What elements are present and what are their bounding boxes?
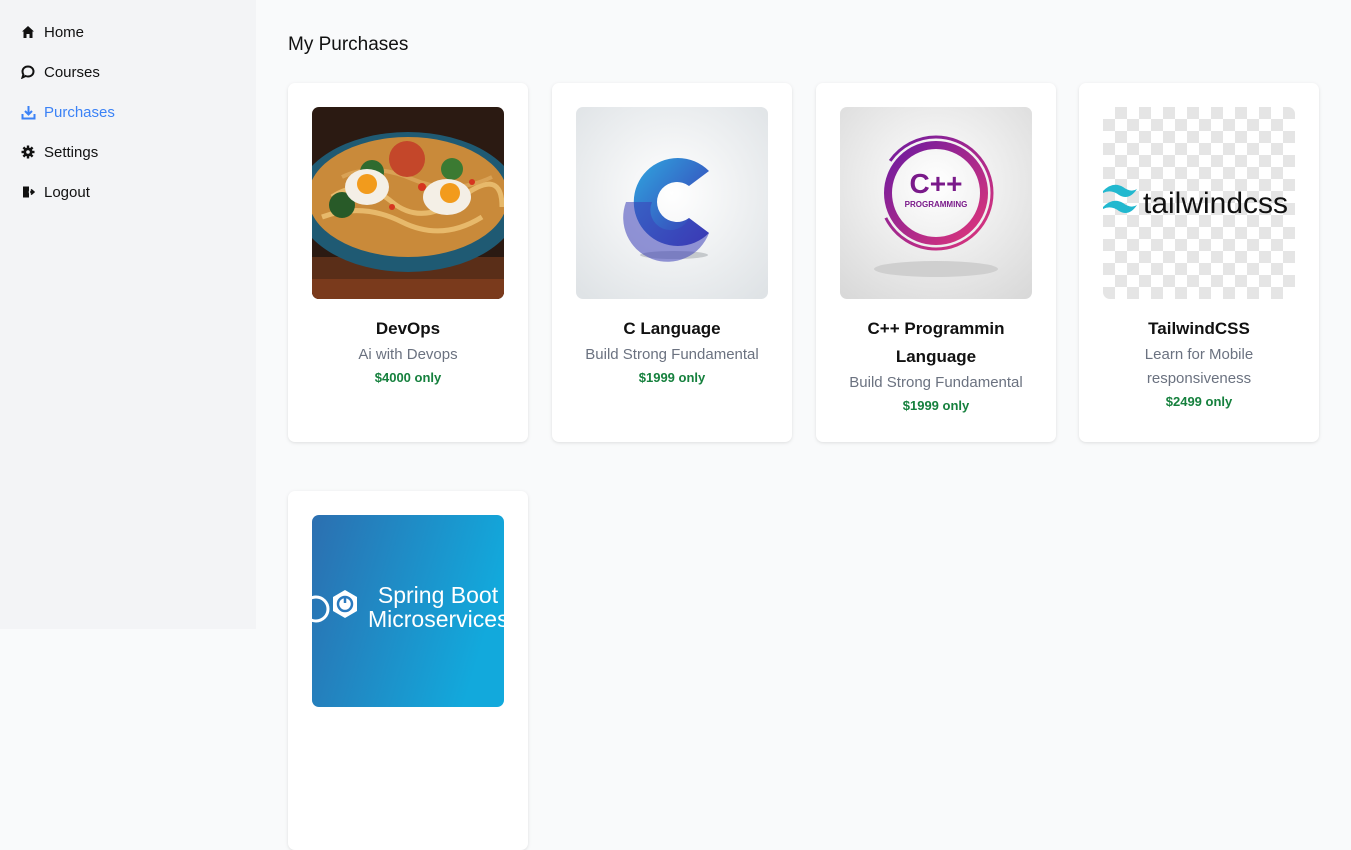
chat-bubble-icon [20,64,36,80]
course-description: Build Strong Fundamental [585,346,759,363]
sidebar-item-label: Logout [44,183,90,201]
spring-boot-image: Spring Boot Microservices [312,515,504,707]
tailwind-logo-image: tailwindcss [1103,107,1295,299]
cpp-logo-text: C++ [910,168,963,199]
course-info: Learn for Mobile responsiveness $2499 on… [1091,343,1307,411]
tailwind-logo-text: tailwindcss [1143,187,1288,220]
course-price: $2499 only [1165,394,1233,409]
sidebar-item-settings[interactable]: Settings [20,132,256,172]
course-price: $4000 only [374,370,442,385]
course-info: Build Strong Fundamental $1999 only [828,371,1044,415]
course-title: TailwindCSS [1148,319,1250,338]
main-content: My Purchases DevOps Ai with Devops $4000… [256,0,1351,850]
download-icon [20,104,36,120]
sidebar-item-home[interactable]: Home [20,12,256,52]
course-description: Learn for Mobile responsiveness [1144,346,1254,387]
sidebar: Home Courses Purchases Settings Logout [0,0,256,629]
home-icon [20,24,36,40]
course-card-cpp[interactable]: C++ PROGRAMMING C++ Programmin Language … [816,83,1056,442]
course-card-devops[interactable]: DevOps Ai with Devops $4000 only [288,83,528,442]
sidebar-item-label: Purchases [44,103,115,121]
sidebar-item-courses[interactable]: Courses [20,52,256,92]
course-card-tailwindcss[interactable]: tailwindcss TailwindCSS Learn for Mobile… [1079,83,1319,442]
sidebar-nav: Home Courses Purchases Settings Logout [0,0,256,212]
course-info: Build Strong Fundamental $1999 only [564,343,780,387]
course-card-c-language[interactable]: C Language Build Strong Fundamental $199… [552,83,792,442]
course-price: $1999 only [638,370,706,385]
course-description: Build Strong Fundamental [849,374,1023,391]
c-logo-image [576,107,768,299]
course-title: C Language [623,319,721,338]
sidebar-item-label: Home [44,23,85,41]
gear-icon [20,144,36,160]
course-description: Ai with Devops [358,346,458,363]
sidebar-item-label: Settings [44,143,99,161]
cpp-logo-subtext: PROGRAMMING [905,200,968,209]
course-title: C++ Programmin Language [867,319,1005,366]
sidebar-item-label: Courses [44,63,100,81]
course-card-spring-boot[interactable]: Spring Boot Microservices [288,491,528,850]
page-title: My Purchases [288,34,409,55]
logout-icon [20,184,36,200]
cpp-logo-image: C++ PROGRAMMING [840,107,1032,299]
sidebar-item-purchases[interactable]: Purchases [20,92,256,132]
noodle-bowl-image [312,107,504,299]
spring-boot-logo-text: Spring Boot Microservices [368,583,504,632]
course-price: $1999 only [902,398,970,413]
course-title: DevOps [375,319,441,338]
course-info: Ai with Devops $4000 only [300,343,516,387]
sidebar-item-logout[interactable]: Logout [20,172,256,212]
